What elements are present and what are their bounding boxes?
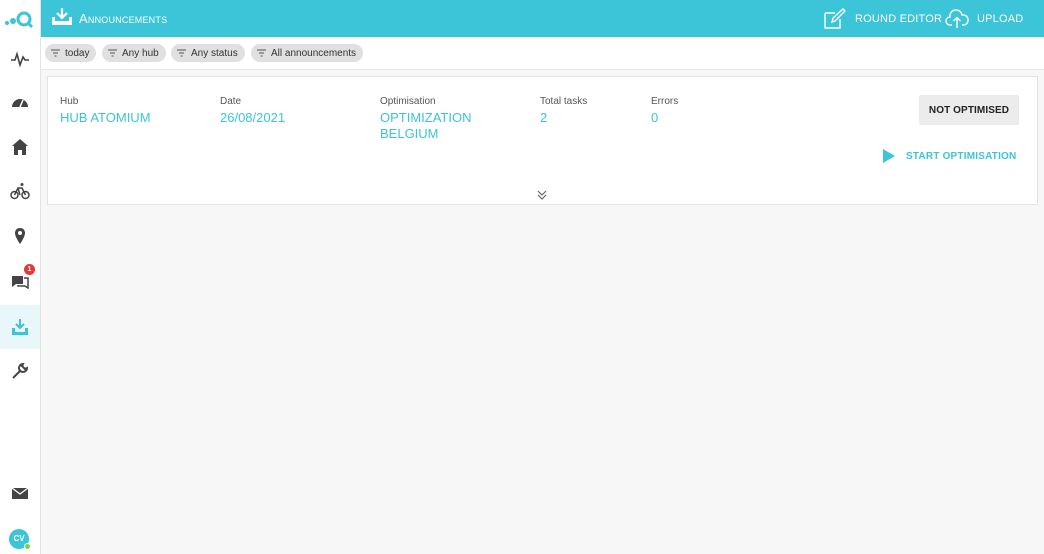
top-header: Announcements ROUND EDITOR UPLOAD [41, 0, 1044, 37]
optimisation-value-line1: OPTIMIZATION [380, 110, 472, 125]
sidebar-item-dashboard[interactable] [0, 81, 40, 125]
sidebar-item-messages[interactable]: 1 [0, 259, 40, 303]
play-icon [883, 149, 895, 163]
upload-label: UPLOAD [977, 12, 1024, 25]
tray-download-icon [52, 8, 72, 25]
sidebar-item-hubs[interactable] [0, 125, 40, 169]
filter-chip-hub[interactable]: Any hub [102, 44, 166, 62]
hub-field: Hub HUB ATOMIUM [60, 96, 151, 126]
filter-icon [177, 49, 186, 57]
sidebar-item-couriers[interactable] [0, 169, 40, 213]
hub-label: Hub [60, 96, 79, 107]
sidebar-item-announcements[interactable] [0, 305, 40, 349]
sidebar-item-settings[interactable] [0, 349, 40, 393]
round-editor-button[interactable]: ROUND EDITOR [823, 0, 942, 37]
optimisation-value-line2: BELGIUM [380, 126, 439, 141]
sidebar-item-activity[interactable] [0, 37, 40, 81]
start-optimisation-button[interactable]: START OPTIMISATION [882, 148, 1016, 164]
map-pin-icon [15, 228, 25, 244]
date-value: 26/08/2021 [220, 110, 286, 125]
round-editor-label: ROUND EDITOR [855, 12, 943, 25]
speedometer-icon [12, 99, 28, 108]
date-label: Date [220, 96, 242, 107]
wrench-icon [12, 362, 29, 379]
tray-download-icon [12, 319, 28, 335]
filter-chip-date[interactable]: today [45, 44, 97, 62]
filter-chip-label: today [65, 47, 90, 59]
filter-chip-status[interactable]: Any status [171, 44, 245, 62]
app-logo[interactable] [4, 7, 36, 29]
sidebar-item-locations[interactable] [0, 214, 40, 258]
start-optimisation-label: START OPTIMISATION [906, 150, 1017, 162]
filter-chip-announcements[interactable]: All announcements [251, 44, 364, 62]
errors-value[interactable]: 0 [651, 110, 678, 126]
hub-value[interactable]: HUB ATOMIUM [60, 110, 151, 126]
date-field: Date 26/08/2021 [220, 96, 285, 126]
optimisation-label: Optimisation [380, 96, 436, 107]
optimisation-value[interactable]: OPTIMIZATION BELGIUM [380, 110, 471, 142]
filter-icon [108, 49, 117, 57]
online-status-dot [24, 543, 31, 550]
pulse-icon [11, 51, 29, 68]
errors-field: Errors 0 [651, 96, 678, 126]
filter-chip-label: All announcements [271, 47, 357, 59]
edit-icon [824, 7, 846, 29]
announcement-card[interactable]: Hub HUB ATOMIUM Date 26/08/2021 Optimisa… [47, 76, 1038, 205]
page-title: Announcements [79, 11, 168, 26]
total-tasks-label: Total tasks [540, 96, 588, 107]
filter-icon [257, 49, 266, 57]
total-tasks-field: Total tasks 2 [540, 96, 587, 126]
filter-chip-label: Any hub [122, 47, 159, 59]
filter-chip-label: Any status [191, 47, 238, 59]
home-icon [12, 139, 28, 155]
optimisation-field: Optimisation OPTIMIZATION BELGIUM [380, 96, 471, 142]
sidebar: 1 CV [0, 0, 41, 554]
cloud-upload-icon [945, 8, 969, 28]
upload-button[interactable]: UPLOAD [945, 0, 1023, 37]
bike-icon [10, 183, 30, 200]
total-tasks-value[interactable]: 2 [540, 110, 587, 126]
sidebar-item-mail[interactable] [0, 471, 40, 515]
filter-bar: today Any hub Any status All announcemen… [41, 37, 1044, 70]
chevron-double-down-icon[interactable] [536, 189, 548, 201]
status-badge: NOT OPTIMISED [919, 95, 1019, 125]
errors-label: Errors [651, 96, 679, 107]
messages-badge: 1 [24, 264, 35, 275]
filter-icon [51, 49, 60, 57]
mail-icon [11, 487, 29, 499]
